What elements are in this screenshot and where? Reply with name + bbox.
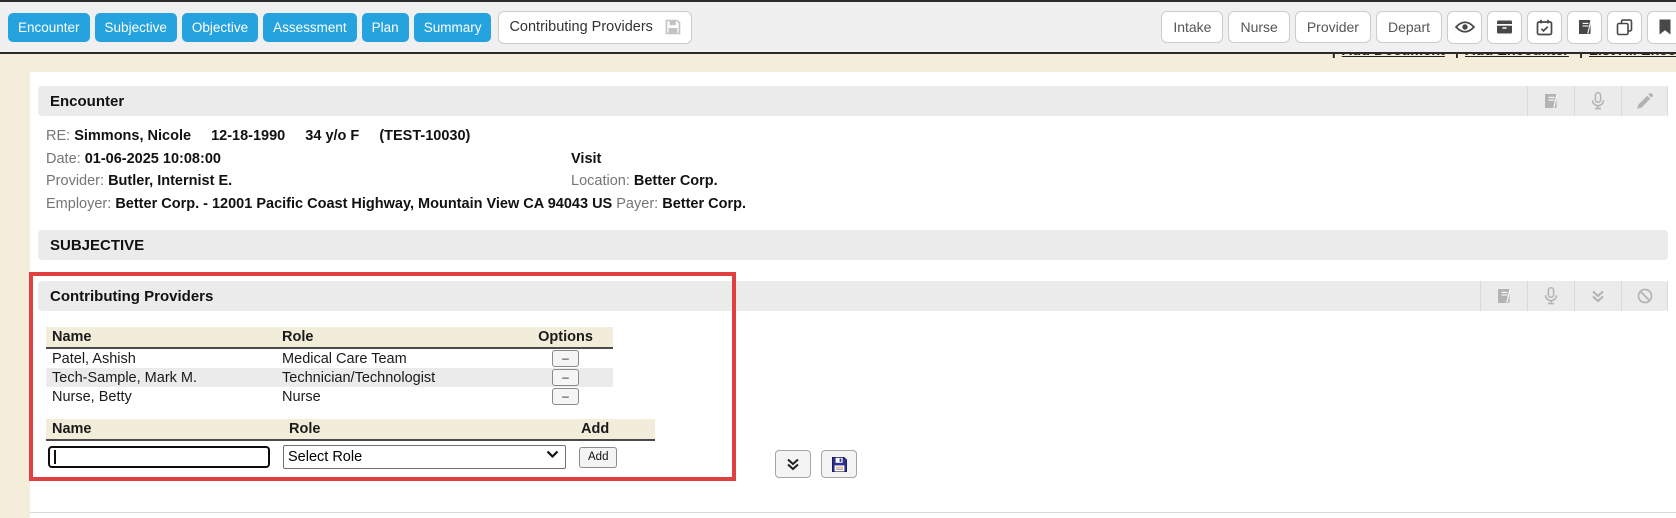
- provider-name-input-wrap: [46, 446, 283, 468]
- providers-table: Name Role Options Patel, Ashish Medical …: [46, 327, 613, 406]
- payer-label: Payer:: [616, 196, 658, 212]
- column-header-name: Name: [46, 327, 276, 348]
- section-divider: [30, 512, 1676, 513]
- provider-row: Nurse, Betty Nurse –: [46, 387, 613, 406]
- expand-collapse-button[interactable]: [775, 450, 811, 478]
- location-pair: Location: Better Corp.: [571, 170, 718, 193]
- current-form-title: Contributing Providers: [509, 19, 652, 35]
- nav-button-assessment[interactable]: Assessment: [263, 13, 357, 42]
- nav-button-summary[interactable]: Summary: [414, 13, 492, 42]
- location-value: Better Corp.: [634, 173, 718, 189]
- patient-dob: 12-18-1990: [211, 128, 285, 144]
- provider-label: Provider:: [46, 173, 104, 189]
- nav-button-plan[interactable]: Plan: [362, 13, 409, 42]
- provider-role: Medical Care Team: [276, 348, 518, 368]
- journal-icon[interactable]: [1480, 281, 1527, 311]
- patient-age-sex: 34 y/o F: [305, 128, 359, 144]
- patient-name: Simmons, Nicole: [74, 128, 191, 144]
- role-select[interactable]: Select Role: [283, 445, 566, 469]
- archive-icon[interactable]: [1487, 11, 1522, 44]
- date-value: 01-06-2025 10:08:00: [85, 151, 221, 167]
- microphone-icon[interactable]: [1527, 281, 1574, 311]
- location-label: Location:: [571, 173, 630, 189]
- stage-button-depart[interactable]: Depart: [1376, 11, 1442, 43]
- add-column-header-name: Name: [46, 419, 283, 439]
- calendar-check-icon[interactable]: [1527, 11, 1562, 44]
- patient-id: (TEST-10030): [379, 128, 470, 144]
- date-line: Date: 01-06-2025 10:08:00 Visit: [46, 148, 1668, 171]
- visit-type: Visit: [571, 148, 601, 171]
- encounter-section-header: Encounter: [38, 86, 1668, 116]
- copy-icon[interactable]: [1607, 11, 1642, 44]
- provider-line: Provider: Butler, Internist E. Location:…: [46, 170, 1668, 193]
- column-header-options: Options: [518, 327, 613, 348]
- encounter-section-title: Encounter: [50, 93, 124, 110]
- stage-button-intake[interactable]: Intake: [1161, 11, 1223, 43]
- top-toolbar: Encounter Subjective Objective Assessmen…: [0, 0, 1676, 54]
- remove-provider-button[interactable]: –: [552, 350, 579, 367]
- save-icon: [831, 456, 848, 473]
- provider-row: Patel, Ashish Medical Care Team –: [46, 348, 613, 368]
- nav-button-objective[interactable]: Objective: [182, 13, 258, 42]
- subjective-section-header: SUBJECTIVE: [38, 230, 1668, 260]
- provider-value: Butler, Internist E.: [108, 173, 232, 189]
- eye-icon[interactable]: [1447, 11, 1482, 44]
- stage-button-nurse[interactable]: Nurse: [1228, 11, 1289, 43]
- encounter-panel: Encounter RE: Simmons, Nicole 12-18-1990…: [30, 72, 1676, 518]
- chevron-double-down-icon: [786, 458, 800, 471]
- bookmark-icon[interactable]: [1647, 11, 1676, 44]
- journal-icon[interactable]: [1527, 86, 1574, 116]
- nav-button-subjective[interactable]: Subjective: [95, 13, 177, 42]
- contributing-providers-header: Contributing Providers: [38, 281, 1668, 311]
- stage-button-provider[interactable]: Provider: [1295, 11, 1371, 43]
- re-label: RE:: [46, 128, 70, 144]
- date-label: Date:: [46, 151, 81, 167]
- form-footer-buttons: [775, 450, 857, 478]
- contributing-providers-icons: [1480, 281, 1668, 311]
- chevron-double-down-icon[interactable]: [1574, 281, 1621, 311]
- add-provider-form: Name Role Add Select Role Add: [46, 419, 655, 469]
- provider-name-input[interactable]: [48, 446, 270, 468]
- subjective-section-title: SUBJECTIVE: [50, 237, 144, 254]
- provider-role: Technician/Technologist: [276, 368, 518, 387]
- circle-slash-icon[interactable]: [1621, 281, 1668, 311]
- form-nav-group: Encounter Subjective Objective Assessmen…: [8, 13, 491, 42]
- save-icon[interactable]: [665, 19, 681, 35]
- microphone-icon[interactable]: [1574, 86, 1621, 116]
- patient-line: RE: Simmons, Nicole 12-18-1990 34 y/o F …: [46, 125, 1668, 148]
- add-column-header-add: Add: [575, 419, 655, 439]
- current-form-title-box: Contributing Providers: [498, 11, 691, 44]
- add-form-input-row: Select Role Add: [46, 445, 655, 469]
- remove-provider-button[interactable]: –: [552, 388, 579, 405]
- remove-provider-button[interactable]: –: [552, 369, 579, 386]
- provider-name: Patel, Ashish: [46, 348, 276, 368]
- encounter-details: RE: Simmons, Nicole 12-18-1990 34 y/o F …: [46, 125, 1668, 215]
- provider-role: Nurse: [276, 387, 518, 406]
- payer-value: Better Corp.: [662, 196, 746, 212]
- employer-value: Better Corp. - 12001 Pacific Coast Highw…: [115, 196, 612, 212]
- journal-icon[interactable]: [1567, 11, 1602, 44]
- role-select-wrap: Select Role: [283, 445, 566, 469]
- pencil-icon[interactable]: [1621, 86, 1668, 116]
- provider-name: Nurse, Betty: [46, 387, 276, 406]
- save-form-button[interactable]: [821, 450, 857, 478]
- contributing-providers-title: Contributing Providers: [50, 288, 213, 305]
- encounter-section-icons: [1527, 86, 1668, 116]
- provider-name: Tech-Sample, Mark M.: [46, 368, 276, 387]
- employer-line: Employer: Better Corp. - 12001 Pacific C…: [46, 193, 1668, 216]
- toolbar-right-group: Intake Nurse Provider Depart: [1161, 11, 1668, 44]
- add-form-header-row: Name Role Add: [46, 419, 655, 441]
- provider-row: Tech-Sample, Mark M. Technician/Technolo…: [46, 368, 613, 387]
- nav-button-encounter[interactable]: Encounter: [8, 13, 90, 42]
- add-provider-button[interactable]: Add: [579, 447, 617, 468]
- employer-label: Employer:: [46, 196, 111, 212]
- column-header-role: Role: [276, 327, 518, 348]
- providers-table-header-row: Name Role Options: [46, 327, 613, 348]
- add-column-header-role: Role: [283, 419, 575, 439]
